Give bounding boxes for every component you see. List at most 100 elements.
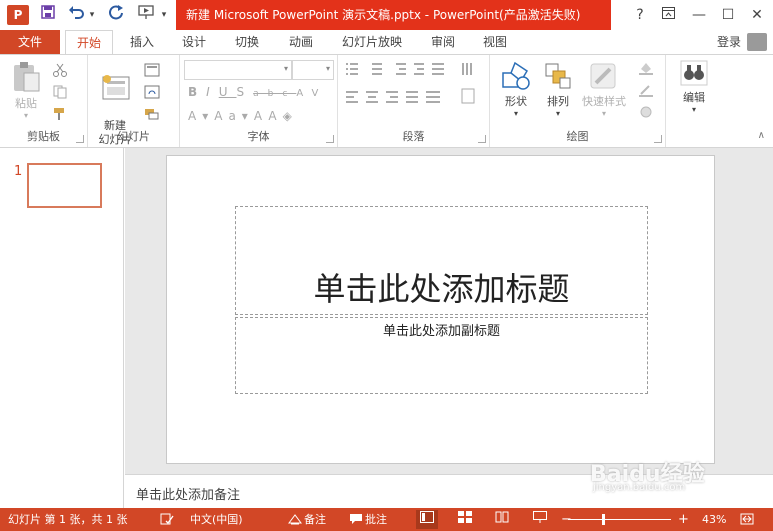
- zoom-slider-thumb[interactable]: [602, 514, 605, 525]
- slides-group: 新建 幻灯片 幻灯片: [88, 55, 180, 147]
- comments-icon[interactable]: [349, 513, 363, 525]
- spell-check-icon[interactable]: [160, 513, 174, 525]
- slide-number: 1: [14, 164, 23, 179]
- fit-to-window-icon[interactable]: [740, 513, 754, 525]
- save-icon[interactable]: [38, 4, 58, 26]
- font-style-buttons[interactable]: A▾Aa▾AA◈: [188, 109, 298, 123]
- maximize-button[interactable]: ☐: [717, 4, 739, 26]
- zoom-slider[interactable]: [568, 519, 671, 520]
- shadow-icon[interactable]: S: [237, 85, 254, 99]
- slide-sorter-button[interactable]: [454, 510, 476, 529]
- powerpoint-app-icon[interactable]: P: [7, 5, 29, 25]
- shape-outline-icon[interactable]: [638, 83, 654, 97]
- clipboard-group: 粘贴 ▾ 剪贴板: [0, 55, 88, 147]
- redo-icon[interactable]: [106, 4, 126, 26]
- shape-effects-icon[interactable]: [638, 105, 654, 119]
- arrange-icon: [545, 63, 571, 89]
- font-color-icon[interactable]: A▾: [188, 109, 214, 123]
- bold-icon[interactable]: B: [188, 85, 206, 99]
- ribbon: 粘贴 ▾ 剪贴板 新建 幻灯片 幻灯片 ▾ ▾ BIUSabcAV A▾Aa▾A…: [0, 54, 773, 148]
- minimize-button[interactable]: —: [688, 4, 710, 26]
- language-indicator[interactable]: 中文(中国): [190, 508, 243, 531]
- tab-view[interactable]: 视图: [473, 30, 517, 54]
- paragraph-group: 段落: [338, 55, 490, 147]
- copy-icon[interactable]: [52, 85, 68, 99]
- section-icon[interactable]: [144, 107, 160, 121]
- italic-icon[interactable]: I: [206, 85, 219, 99]
- reset-icon[interactable]: [144, 85, 160, 99]
- zoom-in-button[interactable]: +: [678, 508, 689, 531]
- reading-view-button[interactable]: [491, 510, 513, 529]
- notes-icon[interactable]: [288, 513, 302, 525]
- window-title: 新建 Microsoft PowerPoint 演示文稿.pptx - Powe…: [176, 0, 611, 30]
- tab-file[interactable]: 文件: [0, 30, 60, 54]
- paste-button[interactable]: 粘贴 ▾: [8, 61, 44, 120]
- help-icon[interactable]: ?: [629, 4, 651, 26]
- tab-slideshow[interactable]: 幻灯片放映: [336, 30, 408, 54]
- slide-sorter-icon: [458, 511, 472, 523]
- font-launcher[interactable]: [326, 135, 334, 143]
- shrink-font-icon[interactable]: A: [268, 109, 282, 123]
- underline-icon[interactable]: U: [219, 85, 237, 99]
- cut-icon[interactable]: [52, 63, 68, 77]
- drawing-group-label: 绘图: [566, 130, 589, 143]
- undo-dropdown-icon[interactable]: ▾: [86, 4, 98, 26]
- customize-qat-icon[interactable]: ▾: [158, 4, 170, 26]
- subtitle-placeholder[interactable]: 单击此处添加副标题: [235, 317, 648, 394]
- edit-button[interactable]: 编辑 ▾: [676, 59, 712, 114]
- tab-animations[interactable]: 动画: [279, 30, 323, 54]
- tab-home[interactable]: 开始: [65, 30, 113, 55]
- paste-icon: [14, 62, 40, 92]
- font-group-label: 字体: [247, 130, 270, 143]
- tab-transitions[interactable]: 切换: [225, 30, 269, 54]
- clear-format-icon[interactable]: ◈: [283, 109, 298, 123]
- font-family-select[interactable]: ▾: [184, 60, 292, 80]
- zoom-level[interactable]: 43%: [702, 508, 726, 531]
- slide[interactable]: 单击此处添加标题 单击此处添加副标题: [166, 155, 715, 464]
- format-painter-icon[interactable]: [52, 107, 68, 121]
- undo-icon[interactable]: [66, 4, 86, 26]
- slide-thumbnail[interactable]: [27, 163, 102, 208]
- slide-thumbnail-pane: 1: [0, 148, 124, 508]
- avatar[interactable]: [747, 33, 767, 51]
- close-button[interactable]: ✕: [746, 4, 768, 26]
- slideshow-button[interactable]: [529, 510, 551, 529]
- collapse-ribbon-icon[interactable]: ∧: [758, 130, 765, 141]
- slide-editing-area: 单击此处添加标题 单击此处添加副标题: [125, 148, 773, 474]
- strikethrough-icon[interactable]: abc: [253, 89, 296, 99]
- tab-insert[interactable]: 插入: [120, 30, 164, 54]
- tab-review[interactable]: 审阅: [421, 30, 465, 54]
- paragraph-launcher[interactable]: [478, 135, 486, 143]
- shapes-button[interactable]: 形状 ▾: [496, 61, 536, 118]
- notes-pane[interactable]: 单击此处添加备注: [125, 474, 773, 508]
- title-placeholder[interactable]: 单击此处添加标题: [235, 206, 648, 315]
- slide-info: 幻灯片 第 1 张，共 1 张: [8, 513, 128, 526]
- binoculars-icon: [680, 60, 708, 86]
- arrange-button[interactable]: 排列 ▾: [538, 61, 578, 118]
- slides-group-label: 幻灯片: [117, 130, 150, 143]
- ribbon-display-options-icon[interactable]: [657, 4, 679, 26]
- change-case-icon[interactable]: Aa▾: [214, 109, 254, 123]
- paragraph-tools-icon[interactable]: [344, 61, 484, 131]
- drawing-launcher[interactable]: [654, 135, 662, 143]
- slideshow-icon: [533, 511, 547, 523]
- font-size-select[interactable]: ▾: [292, 60, 334, 80]
- reading-view-icon: [495, 511, 509, 523]
- start-from-beginning-icon[interactable]: [136, 4, 158, 26]
- normal-view-button[interactable]: [416, 510, 438, 529]
- char-spacing-icon[interactable]: AV: [296, 88, 327, 99]
- shape-fill-icon[interactable]: [638, 61, 654, 75]
- shapes-icon: [502, 61, 530, 90]
- quick-styles-button[interactable]: 快速样式 ▾: [578, 61, 630, 118]
- notes-toggle[interactable]: 备注: [304, 508, 326, 531]
- clipboard-launcher[interactable]: [76, 135, 84, 143]
- status-bar: 幻灯片 第 1 张，共 1 张 中文(中国) 备注 批注 − + 43%: [0, 508, 773, 531]
- title-bar: P ▾ ▾ 新建 Microsoft PowerPoint 演示文稿.pptx …: [0, 0, 773, 30]
- layout-icon[interactable]: [144, 63, 160, 77]
- notes-placeholder: 单击此处添加备注: [136, 488, 241, 503]
- font-format-buttons[interactable]: BIUSabcAV: [188, 85, 327, 99]
- grow-font-icon[interactable]: A: [254, 109, 269, 123]
- comments-toggle[interactable]: 批注: [365, 508, 387, 531]
- login-link[interactable]: 登录: [717, 30, 741, 54]
- tab-design[interactable]: 设计: [172, 30, 216, 54]
